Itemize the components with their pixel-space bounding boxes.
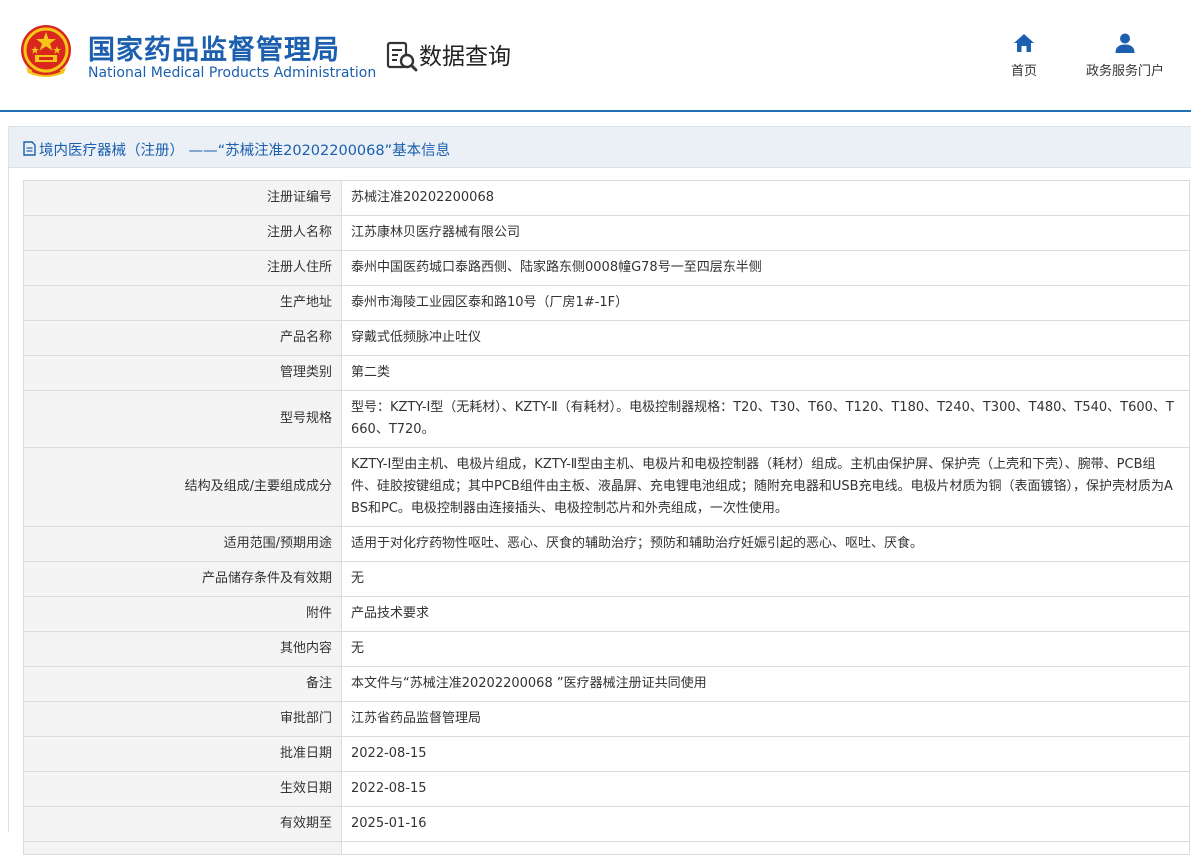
field-label: 管理类别 [23,355,342,391]
nav-home-label: 首页 [1010,64,1037,79]
table-row: 注册人名称 江苏康林贝医疗器械有限公司 [23,215,1190,251]
table-row: 其他内容无 [23,631,1190,667]
document-icon [23,141,36,156]
national-emblem-icon [21,25,71,77]
field-label: 审批部门 [23,701,342,737]
table-row: 产品名称 穿戴式低频脉冲止吐仪 [23,320,1190,356]
table-row: 审批部门 江苏省药品监督管理局 [23,701,1190,737]
field-label: 附件 [23,596,342,632]
table-row [23,841,1190,855]
field-label: 生产地址 [23,285,342,321]
field-value: 本文件与“苏械注准20202200068 ”医疗器械注册证共同使用 [341,666,1190,702]
table-row: 注册证编号 苏械注准20202200068 [23,180,1190,216]
field-value: 苏械注准20202200068 [341,180,1190,216]
field-value: 第二类 [341,355,1190,391]
field-value: 型号：KZTY-Ⅰ型（无耗材）、KZTY-Ⅱ（有耗材）。电极控制器规格：T20、… [341,390,1190,448]
table-row: 产品储存条件及有效期无 [23,561,1190,597]
table-row: 结构及组成/主要组成成分 KZTY-Ⅰ型由主机、电极片组成，KZTY-Ⅱ型由主机、… [23,447,1190,527]
table-row: 有效期至 2025-01-16 [23,806,1190,842]
user-icon [1115,33,1135,53]
field-value: 江苏康林贝医疗器械有限公司 [341,215,1190,251]
field-label: 其他内容 [23,631,342,667]
table-row: 生效日期 2022-08-15 [23,771,1190,807]
field-value: 穿戴式低频脉冲止吐仪 [341,320,1190,356]
site-header: 国家药品监督管理局 National Medical Products Admi… [0,0,1191,110]
panel-header: 境内医疗器械（注册） ——“苏械注准20202200068”基本信息 [8,126,1191,168]
table-row: 附件 产品技术要求 [23,596,1190,632]
field-label: 产品名称 [23,320,342,356]
table-row: 型号规格 型号：KZTY-Ⅰ型（无耗材）、KZTY-Ⅱ（有耗材）。电极控制器规格：… [23,390,1190,448]
nav-service-label: 政务服务门户 [1085,64,1164,79]
field-label: 产品储存条件及有效期 [23,561,342,597]
field-label: 结构及组成/主要组成成分 [23,447,342,527]
field-label: 注册人住所 [23,250,342,286]
header-divider [0,110,1191,112]
table-row: 生产地址 泰州市海陵工业园区泰和路10号（厂房1#-1F） [23,285,1190,321]
field-label: 生效日期 [23,771,342,807]
field-label: 备注 [23,666,342,702]
field-value: 泰州中国医药城口泰路西侧、陆家路东侧0008幢G78号一至四层东半侧 [341,250,1190,286]
panel-title: 境内医疗器械（注册） ——“苏械注准20202200068”基本信息 [39,143,451,159]
field-value: 无 [341,561,1190,597]
site-name-cn: 国家药品监督管理局 [88,35,340,66]
field-value: 2022-08-15 [341,771,1190,807]
field-label: 注册证编号 [23,180,342,216]
field-value: 2022-08-15 [341,736,1190,772]
registration-info-table: 注册证编号 苏械注准20202200068 注册人名称 江苏康林贝医疗器械有限公司 注册… [23,180,1190,855]
data-query-title: 数据查询 [419,44,511,70]
field-value [341,841,1190,855]
table-row: 批准日期 2022-08-15 [23,736,1190,772]
field-value: KZTY-Ⅰ型由主机、电极片组成，KZTY-Ⅱ型由主机、电极片和电极控制器（耗材… [341,447,1190,527]
field-value: 江苏省药品监督管理局 [341,701,1190,737]
table-row: 注册人住所 泰州中国医药城口泰路西侧、陆家路东侧0008幢G78号一至四层东半侧 [23,250,1190,286]
field-value: 适用于对化疗药物性呕吐、恶心、厌食的辅助治疗；预防和辅助治疗妊娠引起的恶心、呕吐… [341,526,1190,562]
field-label [23,841,342,855]
data-query-icon [386,41,418,72]
field-value: 产品技术要求 [341,596,1190,632]
field-label: 适用范围/预期用途 [23,526,342,562]
table-row: 适用范围/预期用途 适用于对化疗药物性呕吐、恶心、厌食的辅助治疗；预防和辅助治疗妊… [23,526,1190,562]
table-row: 管理类别 第二类 [23,355,1190,391]
nav-home[interactable]: 首页 [1006,32,1042,79]
site-name-en: National Medical Products Administration [88,65,377,81]
field-value: 无 [341,631,1190,667]
home-icon [1014,34,1034,52]
table-row: 备注 本文件与“苏械注准20202200068 ”医疗器械注册证共同使用 [23,666,1190,702]
field-label: 型号规格 [23,390,342,448]
field-label: 注册人名称 [23,215,342,251]
field-label: 批准日期 [23,736,342,772]
field-label: 有效期至 [23,806,342,842]
field-value: 2025-01-16 [341,806,1190,842]
field-value: 泰州市海陵工业园区泰和路10号（厂房1#-1F） [341,285,1190,321]
nav-service-portal[interactable]: 政务服务门户 [1075,32,1175,79]
